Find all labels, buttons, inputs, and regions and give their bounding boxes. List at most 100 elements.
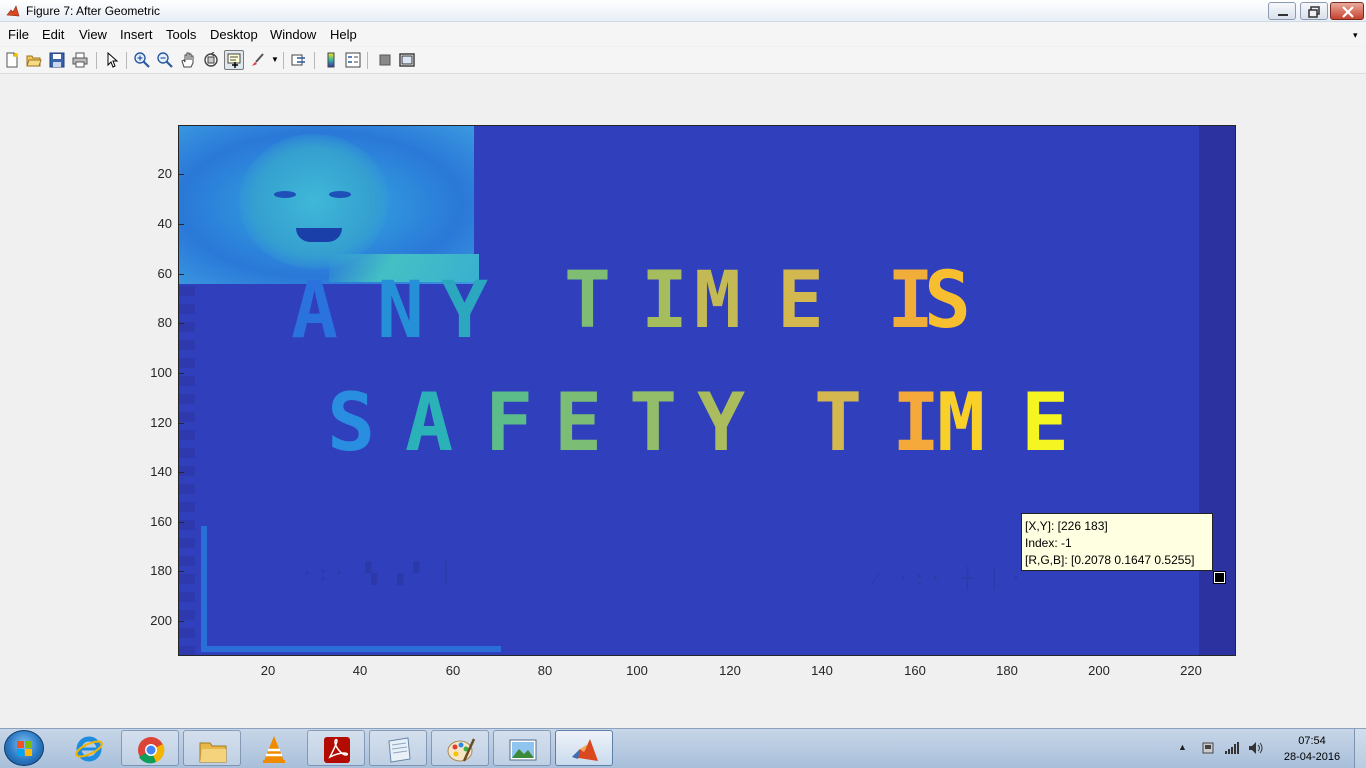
volume-icon[interactable] (1248, 741, 1264, 755)
menu-tools[interactable]: Tools (166, 27, 196, 42)
y-tick-mark (179, 373, 184, 374)
minimize-button[interactable] (1268, 2, 1296, 20)
image-axes[interactable]: A N Y T I M E I S S A F E T Y T I M E ·:… (178, 125, 1236, 656)
file-explorer-icon (199, 742, 227, 763)
menu-help[interactable]: Help (330, 27, 357, 42)
close-icon (1342, 6, 1354, 18)
usb-device-icon[interactable] (1200, 741, 1216, 755)
legend-button[interactable] (343, 50, 363, 70)
image-edge-artifact (201, 526, 207, 652)
rotate-3d-button[interactable] (201, 50, 221, 70)
system-clock[interactable]: 07:54 28-04-2016 (1280, 733, 1344, 765)
y-tick-label: 160 (150, 514, 172, 529)
toolbar-separator (96, 52, 97, 69)
menu-desktop[interactable]: Desktop (210, 27, 258, 42)
pan-icon (181, 52, 194, 68)
taskbar-app-chrome[interactable] (121, 730, 179, 766)
print-button[interactable] (70, 50, 90, 70)
new-figure-button[interactable] (2, 50, 22, 70)
y-tick-mark (179, 522, 184, 523)
save-icon (49, 52, 65, 68)
acrobat-reader-icon (324, 737, 350, 763)
legend-icon (345, 52, 361, 68)
close-button[interactable] (1330, 2, 1364, 20)
show-hidden-icons-arrow[interactable]: ▲ (1178, 742, 1187, 752)
brush-icon (252, 53, 264, 66)
x-tick-label: 120 (719, 663, 741, 678)
image-left-border (179, 286, 195, 655)
taskbar-app-notepad[interactable] (369, 730, 427, 766)
open-file-button[interactable] (24, 50, 44, 70)
taskbar-app-photo-viewer[interactable] (493, 730, 551, 766)
brush-dropdown-arrow-icon[interactable]: ▼ (271, 55, 279, 64)
maximize-button[interactable] (1300, 2, 1328, 20)
hide-plot-tools-button[interactable] (375, 50, 395, 70)
child-photo-region (179, 126, 479, 284)
window-title: Figure 7: After Geometric (26, 4, 161, 18)
y-tick-label: 80 (157, 315, 172, 330)
clock-time: 07:54 (1298, 735, 1326, 747)
data-tip-marker[interactable] (1213, 571, 1226, 584)
menu-view[interactable]: View (79, 27, 107, 42)
menu-bar: File Edit View Insert Tools Desktop Wind… (0, 22, 1366, 46)
link-plot-icon (291, 54, 305, 66)
menu-file[interactable]: File (8, 27, 29, 42)
y-tick-mark (179, 274, 184, 275)
print-icon (72, 52, 88, 68)
faint-text-artifact: ·:· ▚ ▖▘ ▏ (301, 561, 462, 585)
image-edge-artifact (201, 646, 501, 652)
toolbar-separator (367, 52, 368, 69)
data-tip-xy: [X,Y]: [226 183] (1025, 519, 1108, 533)
menu-window[interactable]: Window (270, 27, 316, 42)
x-tick-label: 220 (1180, 663, 1202, 678)
dock-arrow-icon[interactable]: ▾ (1353, 30, 1358, 41)
x-tick-label: 100 (626, 663, 648, 678)
photo-viewer-icon (509, 739, 537, 761)
vlc-icon (263, 736, 285, 763)
edit-plot-icon (107, 52, 119, 68)
network-icon[interactable] (1224, 741, 1240, 755)
rotate-3d-icon (204, 52, 218, 67)
taskbar-app-acrobat[interactable] (307, 730, 365, 766)
colorbar-button[interactable] (321, 50, 341, 70)
menu-edit[interactable]: Edit (42, 27, 64, 42)
x-tick-label: 20 (260, 663, 276, 678)
minimize-icon (1278, 14, 1288, 16)
taskbar-app-paint[interactable] (431, 730, 489, 766)
toolbar-separator (126, 52, 127, 69)
clock-date: 28-04-2016 (1283, 751, 1341, 763)
data-tip[interactable]: [X,Y]: [226 183] Index: -1 [R,G,B]: [0.2… (1021, 513, 1213, 571)
edit-plot-button[interactable] (102, 50, 122, 70)
x-tick-label: 80 (537, 663, 553, 678)
data-cursor-button[interactable] (224, 50, 244, 70)
save-button[interactable] (47, 50, 67, 70)
zoom-out-button[interactable] (155, 50, 175, 70)
x-tick-label: 160 (904, 663, 926, 678)
figure-toolbar: ▼ (0, 47, 1366, 74)
brush-button[interactable] (247, 50, 267, 70)
title-bar: Figure 7: After Geometric (0, 0, 1366, 22)
taskbar-app-matlab[interactable] (555, 730, 613, 766)
y-tick-label: 140 (150, 464, 172, 479)
zoom-in-button[interactable] (132, 50, 152, 70)
pan-button[interactable] (178, 50, 198, 70)
show-plot-tools-icon (399, 53, 415, 67)
link-plot-button[interactable] (289, 50, 309, 70)
y-tick-mark (179, 571, 184, 572)
taskbar-app-file-explorer[interactable] (183, 730, 241, 766)
new-figure-icon (6, 52, 18, 68)
taskbar-app-vlc[interactable] (245, 730, 303, 766)
show-desktop-button[interactable] (1354, 729, 1366, 768)
y-tick-mark (179, 423, 184, 424)
faint-text-artifact: ⁄ ·:· ┼ ▏· (874, 566, 1026, 590)
menu-insert[interactable]: Insert (120, 27, 153, 42)
hide-plot-tools-icon (379, 54, 391, 66)
colorbar-icon (327, 52, 335, 68)
y-tick-label: 120 (150, 415, 172, 430)
matlab-figure-icon (6, 5, 20, 17)
child-mouth (296, 228, 342, 242)
y-tick-label: 180 (150, 563, 172, 578)
start-button[interactable] (4, 730, 44, 766)
taskbar-app-internet-explorer[interactable] (60, 730, 118, 766)
show-plot-tools-button[interactable] (397, 50, 417, 70)
